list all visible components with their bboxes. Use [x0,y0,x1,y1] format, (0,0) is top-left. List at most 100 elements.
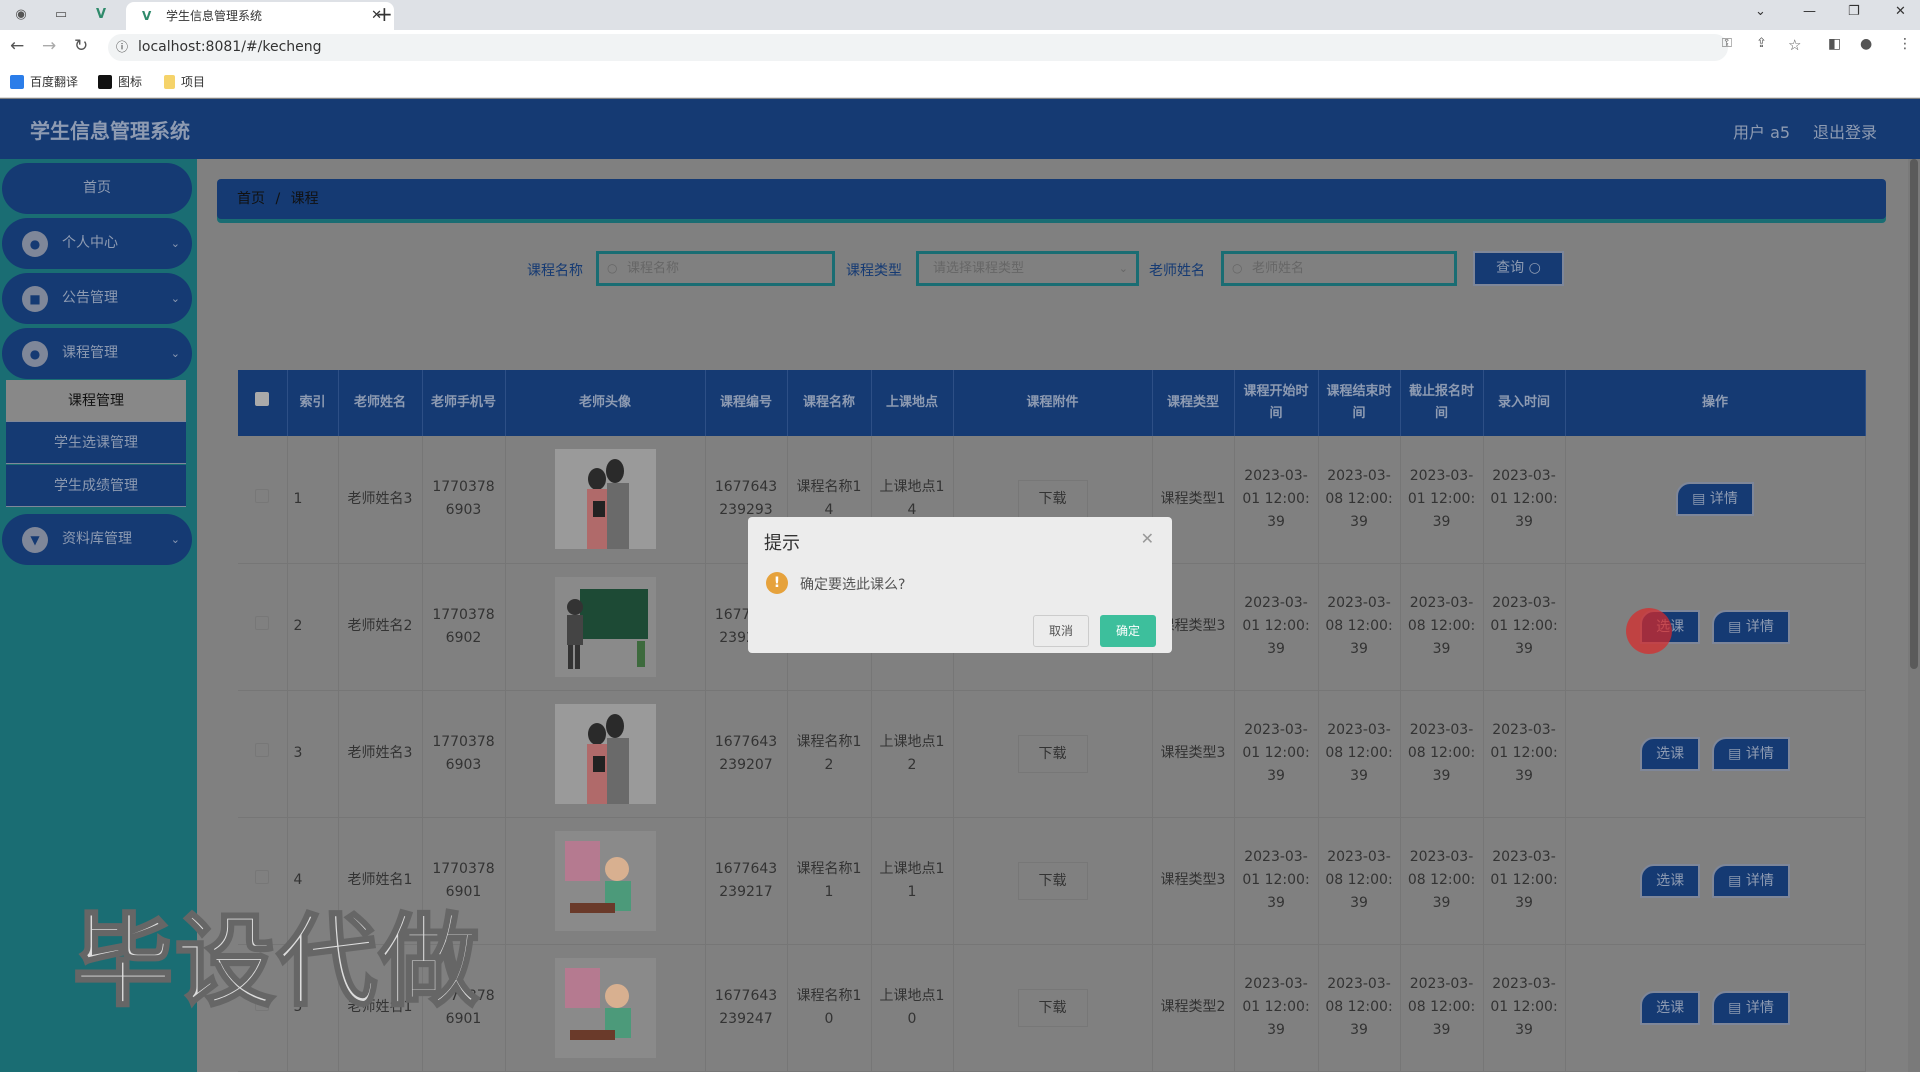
profile-icon[interactable]: ● [1860,36,1872,52]
breadcrumb-home[interactable]: 首页 [237,191,265,207]
course-name-input[interactable]: ○ 课程名称 [596,251,835,286]
confirm-button[interactable]: 确定 [1100,615,1156,647]
detail-button[interactable]: ▤ 详情 [1712,863,1790,898]
document-icon: ▤ [1728,745,1746,762]
row-checkbox[interactable] [255,488,270,503]
detail-button[interactable]: ▤ 详情 [1712,736,1790,771]
select-course-button[interactable]: 选课 [1640,863,1701,898]
row-checkbox-cell [238,690,288,818]
download-button[interactable]: 下载 [1017,734,1088,773]
star-icon[interactable]: ☆ [1788,36,1801,54]
table-row: 5 老师姓名1 17703786901 1677643239247 课程名称10 上课地点… [238,944,1866,1072]
select-course-button[interactable]: 选课 [1640,736,1701,771]
search-icon: ○ [1528,260,1541,276]
sidebar-item-home[interactable]: 首页 [2,163,192,214]
sidepanel-icon[interactable]: ◧ [1828,36,1841,52]
detail-button[interactable]: ▤ 详情 [1712,609,1790,644]
sidebar-item-personal[interactable]: ● 个人中心 ⌄ [2,218,192,269]
teacher-name-input[interactable]: ○ 老师姓名 [1221,251,1457,286]
query-button[interactable]: 查询 ○ [1473,251,1564,286]
row-checkbox[interactable] [255,616,270,630]
share-icon[interactable]: ⇪ [1756,36,1767,51]
app-title: 学生信息管理系统 [30,119,190,143]
actions-cell: 选课 ▤ 详情 [1565,944,1866,1072]
teacher-avatar-image [554,703,656,804]
sidebar-label: 课程管理 [62,345,118,361]
column-header: 课程名称 [787,370,872,436]
course-table: 索引 老师姓名 老师手机号 老师头像 课程编号 课程名称 上课地点 课程附件 课程类型 课程开始时… [238,370,1866,1072]
sidebar-subitem-select-manage[interactable]: 学生选课管理 [6,422,186,464]
url-text: localhost:8081/#/kecheng [138,39,322,55]
detail-button[interactable]: ▤ 详情 [1712,990,1790,1025]
key-icon[interactable]: ⚿ [1722,36,1732,51]
index-cell: 3 [287,690,339,818]
search-icon: ○ [1232,261,1243,275]
minimize-icon[interactable]: — [1803,4,1816,19]
page-icon[interactable]: ▭ [52,6,70,24]
course-name-label: 课程名称 [527,263,583,279]
new-tab-button[interactable]: + [376,2,393,26]
cancel-button[interactable]: 取消 [1033,615,1089,647]
forward-icon[interactable]: → [42,36,56,56]
created-time-cell: 2023-03-01 12:00:39 [1483,817,1566,945]
index-cell: 1 [287,436,339,564]
chevron-down-icon: ⌄ [170,533,180,546]
row-checkbox[interactable] [255,743,270,757]
close-icon[interactable]: ✕ [1141,529,1154,548]
logout-link[interactable]: 退出登录 [1813,119,1877,143]
menu-icon[interactable]: ⋮ [1898,36,1912,52]
sidebar-label: 资料库管理 [62,531,132,547]
bookmark-baidu-translate[interactable]: 百度翻译 [10,73,78,90]
course-type-select[interactable]: 请选择课程类型 ⌄ [916,251,1139,286]
actions-cell: 选课▤ 详情 [1565,563,1866,691]
sidebar-subitem-course-manage[interactable]: 课程管理 [6,380,186,422]
download-button[interactable]: 下载 [1017,861,1088,900]
scrollbar[interactable] [1908,159,1920,1072]
course-code-cell: 1677643239217 [705,817,788,945]
placeholder: 课程名称 [627,261,680,276]
url-input[interactable]: ⓘ localhost:8081/#/kecheng [108,34,1728,61]
info-icon[interactable]: ⓘ [116,34,128,61]
vue-icon[interactable]: V [92,6,110,24]
sidebar-item-notice[interactable]: ■ 公告管理 ⌄ [2,273,192,324]
select-course-button[interactable]: 选课 [1640,990,1701,1025]
bookmarks-bar: 百度翻译 图标 项目 [0,65,1920,98]
close-window-icon[interactable]: ✕ [1895,4,1906,19]
restore-icon[interactable]: ❐ [1848,4,1860,19]
table-row: 4 老师姓名1 17703786901 1677643239217 课程名称11 上课地点… [238,817,1866,945]
globe-icon[interactable]: ◉ [12,6,30,24]
back-icon[interactable]: ← [10,36,24,56]
bookmark-project[interactable]: 项目 [164,73,205,90]
bookmark-icons[interactable]: 图标 [98,73,142,90]
reload-icon[interactable]: ↻ [74,36,88,56]
chevron-down-icon: ⌄ [1118,262,1128,275]
teacher-phone-cell: 17703786903 [422,436,506,564]
download-button[interactable]: 下载 [1017,988,1088,1027]
vue-icon: V [142,9,152,23]
column-header: 老师姓名 [338,370,423,436]
detail-button[interactable]: ▤ 详情 [1676,482,1754,517]
chevron-down-icon: ⌄ [170,347,180,360]
sidebar-item-library[interactable]: ▼ 资料库管理 ⌄ [2,514,192,565]
detail-label: 详情 [1745,618,1774,635]
select-all-checkbox[interactable] [255,392,270,406]
column-header: 课程附件 [953,370,1153,436]
breadcrumb: 首页 / 课程 [217,179,1886,219]
chevron-down-icon: ⌄ [170,292,180,305]
course-type-cell: 课程类型2 [1152,944,1235,1072]
column-header [238,370,288,436]
confirm-dialog: 提示 ✕ ! 确定要选此课么? 取消 确定 [748,517,1172,653]
browser-tab-active[interactable]: V 学生信息管理系统 ✕ [126,2,394,30]
tab-search-icon[interactable]: ⌄ [1755,4,1766,19]
course-type-cell: 课程类型3 [1152,817,1235,945]
sidebar-subitem-score-manage[interactable]: 学生成绩管理 [6,465,186,507]
actions-cell: 选课 ▤ 详情 [1565,690,1866,818]
teacher-avatar-cell [505,563,706,691]
teacher-avatar-image [554,449,656,550]
table-header-row: 索引 老师姓名 老师手机号 老师头像 课程编号 课程名称 上课地点 课程附件 课程类型 课程开始时… [238,370,1866,436]
teacher-avatar-image [554,830,656,931]
download-button[interactable]: 下载 [1017,480,1088,519]
sidebar-item-course[interactable]: ● 课程管理 ⌄ [2,328,192,379]
bookmark-label: 图标 [118,75,143,89]
scrollbar-thumb[interactable] [1910,159,1918,669]
